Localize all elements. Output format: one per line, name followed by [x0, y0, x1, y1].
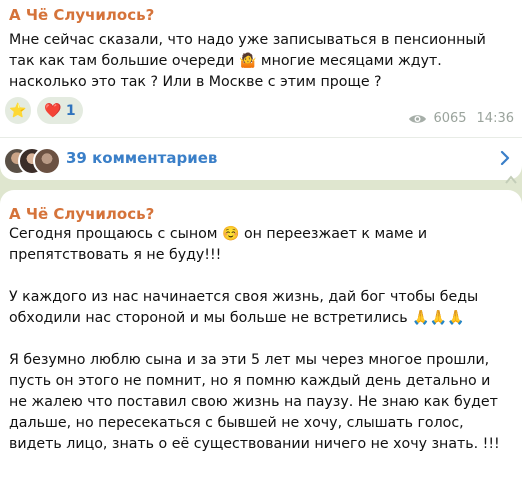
message-post-1: А Чё Случилось? Мне сейчас сказали, что …	[0, 0, 522, 180]
message-text: Мне сейчас сказали, что надо уже записыв…	[9, 30, 514, 93]
commenter-avatar	[33, 147, 61, 175]
reaction-count: 1	[65, 102, 76, 119]
message-line: так как там большие очереди 🤷 многие мес…	[9, 53, 442, 69]
reaction-star[interactable]: ⭐	[5, 97, 31, 124]
heart-icon: ❤️	[44, 102, 62, 119]
views-eye-icon	[409, 114, 427, 123]
reactions-bar: ⭐ ❤️ 1	[5, 97, 83, 124]
message-line: У каждого из нас начинается своя жизнь, …	[9, 289, 479, 305]
views-count: 6065	[433, 111, 467, 126]
chevron-right-icon	[500, 150, 510, 166]
message-line: Сегодня прощаюсь с сыном ☺️ он переезжае…	[9, 226, 428, 242]
message-post-2: А Чё Случилось? Сегодня прощаюсь с сыном…	[0, 190, 522, 490]
message-meta: 6065 14:36	[408, 111, 514, 126]
message-line: пусть он этого не помнит, но я помню каж…	[9, 373, 491, 389]
message-line: препятствовать я не буду!!!	[9, 247, 222, 263]
message-line: насколько это так ? Или в Москве с этим …	[9, 74, 382, 90]
message-line: видеть лицо, знать о её существовании ни…	[9, 436, 500, 452]
channel-name[interactable]: А Чё Случилось?	[9, 6, 154, 24]
comments-link[interactable]: 39 комментариев	[0, 137, 522, 179]
message-line: Мне сейчас сказали, что надо уже записыв…	[9, 32, 486, 48]
message-line: Я безумно люблю сына и за эти 5 лет мы ч…	[9, 352, 490, 368]
smiling-emoji-icon: ☺️	[222, 226, 240, 242]
message-line: дальше, но пересекаться с бывшей не хочу…	[9, 415, 464, 431]
message-line: обходили нас стороной и мы больше не вст…	[9, 310, 465, 326]
comments-count-label: 39 комментариев	[66, 149, 218, 167]
message-text: Сегодня прощаюсь с сыном ☺️ он переезжае…	[9, 224, 514, 455]
message-line: не жалею что поставил свою жизнь на пауз…	[9, 394, 498, 410]
channel-name[interactable]: А Чё Случилось?	[9, 205, 154, 223]
praying-hands-emoji-icon: 🙏🙏🙏	[412, 310, 465, 326]
scroll-down-icon[interactable]	[503, 172, 519, 188]
message-time: 14:36	[476, 111, 514, 126]
shrug-emoji-icon: 🤷	[238, 53, 257, 69]
star-icon: ⭐	[9, 102, 27, 119]
reaction-heart[interactable]: ❤️ 1	[37, 97, 83, 124]
